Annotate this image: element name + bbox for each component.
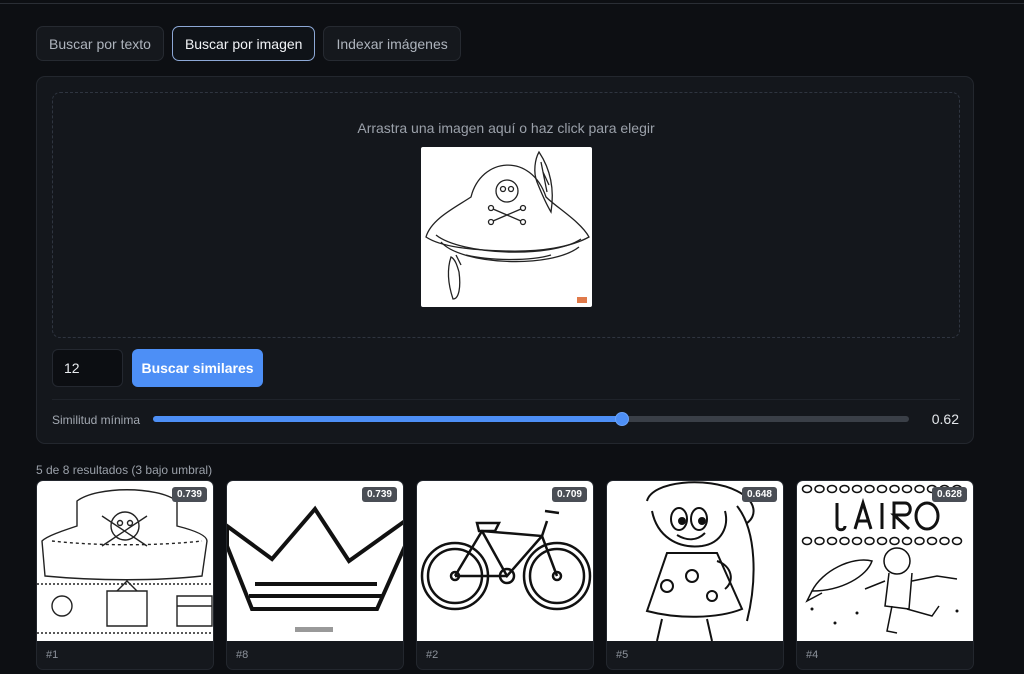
result-card[interactable]: 0.648 #5 [606, 480, 784, 670]
search-similar-button[interactable]: Buscar similares [132, 349, 263, 387]
bicycle-coloring-image [420, 509, 592, 611]
similarity-score-badge: 0.739 [361, 487, 397, 502]
decor-oval [914, 536, 925, 546]
dropzone-text: Arrastra una imagen aquí o haz click par… [357, 120, 655, 136]
image-search-panel: Arrastra una imagen aquí o haz click par… [36, 76, 974, 444]
decor-oval [889, 536, 900, 546]
result-count-input[interactable] [52, 349, 123, 387]
decor-oval [901, 484, 913, 494]
result-rank: #4 [806, 649, 819, 661]
decor-oval [851, 484, 863, 494]
mode-tabs: Buscar por texto Buscar por imagen Index… [36, 26, 461, 61]
query-image-preview [421, 147, 592, 307]
smurfette-coloring-image [645, 481, 755, 641]
results-summary: 5 de 8 resultados (3 bajo umbral) [36, 463, 213, 477]
decor-oval [851, 536, 863, 546]
tab-search-text[interactable]: Buscar por texto [36, 26, 164, 61]
top-divider [0, 3, 1024, 4]
slider-fill [153, 416, 622, 422]
decor-oval [926, 536, 938, 546]
decor-oval [939, 536, 950, 546]
decor-oval [876, 536, 888, 546]
result-rank: #8 [236, 649, 249, 661]
decor-oval [814, 536, 825, 546]
result-thumbnail: 0.628 [797, 481, 973, 641]
similarity-value: 0.62 [931, 411, 959, 427]
decor-oval [801, 536, 813, 546]
similarity-slider[interactable] [153, 412, 909, 426]
decor-oval [826, 484, 838, 494]
decor-oval [901, 536, 913, 546]
result-rank: #1 [46, 649, 59, 661]
pirate-hat-image [425, 150, 590, 303]
crown-coloring-image [227, 505, 403, 632]
decor-oval [914, 484, 925, 494]
result-rank: #5 [616, 649, 629, 661]
controls-divider [52, 399, 960, 400]
result-card[interactable]: 0.709 #2 [416, 480, 594, 670]
decor-oval [951, 536, 963, 546]
result-card[interactable]: 0.628 #4 [796, 480, 974, 670]
decor-oval [801, 484, 813, 494]
tab-search-image[interactable]: Buscar por imagen [171, 26, 316, 61]
slider-thumb[interactable] [614, 412, 629, 426]
decor-oval [889, 484, 900, 494]
decor-oval [839, 536, 850, 546]
tab-index-images[interactable]: Indexar imágenes [323, 26, 461, 61]
decor-oval [839, 484, 850, 494]
pirate-hat-crown-coloring-image [37, 489, 213, 634]
result-thumbnail: 0.709 [417, 481, 593, 641]
decor-oval [864, 484, 875, 494]
result-rank: #2 [426, 649, 439, 661]
results-grid: 0.739 #1 0.739 #8 0.709 #2 0.648 #5 0.62… [36, 480, 974, 670]
image-dropzone[interactable]: Arrastra una imagen aquí o haz click par… [52, 92, 960, 338]
decor-oval [814, 484, 825, 494]
astronaut-jairo-coloring-image [801, 484, 963, 634]
similarity-score-badge: 0.648 [741, 487, 777, 502]
decor-oval [826, 536, 838, 546]
result-thumbnail: 0.648 [607, 481, 783, 641]
result-thumbnail: 0.739 [37, 481, 213, 641]
similarity-label: Similitud mínima [52, 413, 141, 427]
similarity-score-badge: 0.709 [551, 487, 587, 502]
result-card[interactable]: 0.739 #8 [226, 480, 404, 670]
similarity-score-badge: 0.739 [171, 487, 207, 502]
decor-oval [876, 484, 888, 494]
result-card[interactable]: 0.739 #1 [36, 480, 214, 670]
similarity-score-badge: 0.628 [931, 487, 967, 502]
result-thumbnail: 0.739 [227, 481, 403, 641]
decor-oval [864, 536, 875, 546]
